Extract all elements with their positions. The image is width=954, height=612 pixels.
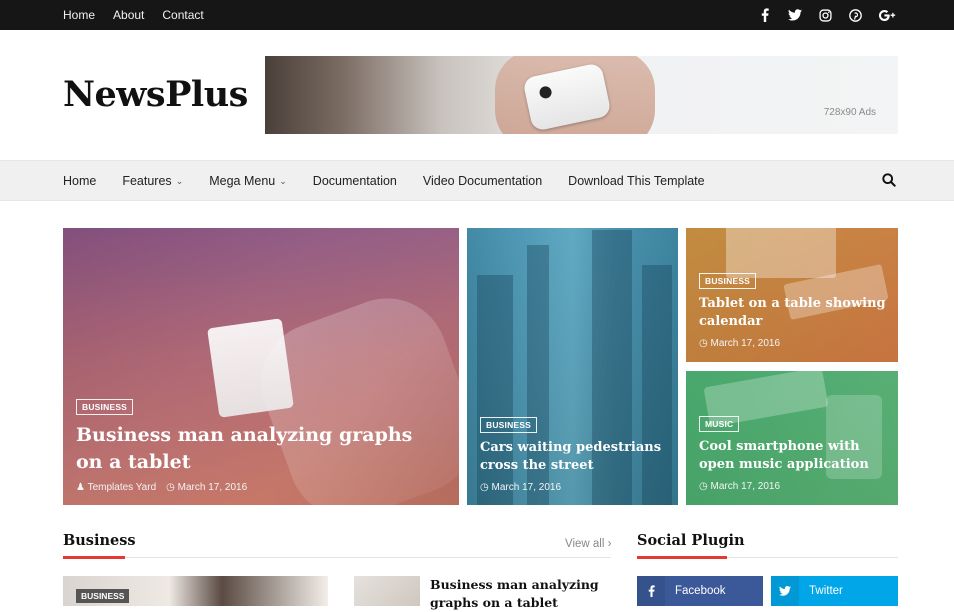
card-image-tablet (207, 318, 294, 418)
clock-icon: ◷ (166, 482, 175, 493)
post-date: March 17, 2016 (491, 482, 562, 493)
featured-card-main[interactable]: BUSINESS Business man analyzing graphs o… (63, 228, 459, 505)
chevron-down-icon: ⌄ (175, 175, 184, 186)
social-section-title: Social Plugin (637, 532, 745, 549)
site-logo[interactable]: NewsPlus (63, 74, 248, 115)
chevron-right-icon: › (607, 538, 612, 550)
chevron-down-icon: ⌄ (279, 175, 287, 186)
twitter-icon[interactable] (788, 8, 802, 22)
nav-item-label: Documentation (312, 174, 397, 188)
nav-item-label: Download This Template (568, 174, 705, 188)
user-icon: ♟ (76, 482, 85, 493)
top-bar: Home About Contact (0, 0, 954, 30)
featured-card-3[interactable]: BUSINESS Tablet on a table showing calen… (686, 228, 898, 362)
facebook-button[interactable]: Facebook (637, 576, 763, 606)
view-all-link[interactable]: View all › (565, 538, 611, 550)
twitter-button-label: Twitter (809, 585, 843, 597)
card-meta: ◷ March 17, 2016 (699, 338, 780, 349)
clock-icon: ◷ (699, 481, 708, 492)
post-date: March 17, 2016 (177, 482, 248, 493)
category-badge[interactable]: BUSINESS (699, 273, 757, 289)
clock-icon: ◷ (699, 338, 708, 349)
section-accent (63, 556, 125, 559)
card-title[interactable]: Business man analyzing graphs on a table… (76, 422, 436, 476)
top-links: Home About Contact (63, 0, 204, 30)
featured-card-2[interactable]: BUSINESS Cars waiting pedestrians cross … (467, 228, 678, 505)
date-meta: ◷ March 17, 2016 (699, 481, 780, 492)
nav-item-download-template[interactable]: Download This Template (568, 174, 704, 188)
pinterest-icon[interactable] (848, 8, 862, 22)
nav-item-home[interactable]: Home (63, 174, 96, 188)
category-badge[interactable]: BUSINESS (76, 589, 130, 603)
facebook-icon (637, 576, 665, 606)
nav-item-label: Features (122, 174, 172, 188)
section-accent (637, 556, 727, 559)
author-name[interactable]: Templates Yard (88, 482, 157, 493)
nav-item-label: Mega Menu (209, 174, 276, 188)
nav-item-features[interactable]: Features ⌄ (122, 174, 183, 188)
post-date: March 17, 2016 (710, 481, 781, 492)
social-links (758, 0, 898, 30)
main-nav: Home Features ⌄ Mega Menu ⌄ Documentation … (0, 160, 954, 201)
ad-banner[interactable]: 728x90 Ads (265, 56, 898, 134)
nav-item-documentation[interactable]: Documentation (313, 174, 397, 188)
post-date: March 17, 2016 (710, 338, 781, 349)
nav-menu: Home Features ⌄ Mega Menu ⌄ Documentation … (63, 161, 731, 201)
view-all-label: View all (565, 538, 605, 550)
featured-card-4[interactable]: MUSIC Cool smartphone with open music ap… (686, 371, 898, 505)
date-meta: ◷ March 17, 2016 (699, 338, 780, 349)
category-badge[interactable]: BUSINESS (480, 417, 538, 433)
instagram-icon[interactable] (818, 8, 832, 22)
top-link-home[interactable]: Home (63, 8, 95, 22)
card-meta: ♟ Templates Yard ◷ March 17, 2016 (76, 482, 247, 493)
author-meta: ♟ Templates Yard (76, 482, 156, 493)
nav-item-video-documentation[interactable]: Video Documentation (423, 174, 542, 188)
card-meta: ◷ March 17, 2016 (699, 481, 780, 492)
card-image-monitor (726, 228, 836, 278)
date-meta: ◷ March 17, 2016 (166, 482, 247, 493)
category-badge[interactable]: MUSIC (699, 416, 740, 432)
section-divider (63, 557, 611, 558)
card-title[interactable]: Tablet on a table showing calendar (699, 295, 889, 331)
google-plus-icon[interactable] (878, 8, 898, 22)
card-title[interactable]: Cars waiting pedestrians cross the stree… (480, 439, 670, 475)
facebook-icon[interactable] (758, 8, 772, 22)
facebook-button-label: Facebook (675, 585, 726, 597)
date-meta: ◷ March 17, 2016 (480, 482, 561, 493)
twitter-icon (771, 576, 799, 606)
card-meta: ◷ March 17, 2016 (480, 482, 561, 493)
card-title[interactable]: Cool smartphone with open music applicat… (699, 438, 894, 474)
clock-icon: ◷ (480, 482, 489, 493)
business-section-title: Business (63, 532, 136, 549)
business-post-title[interactable]: Business man analyzing graphs on a table… (430, 576, 630, 612)
nav-item-label: Video Documentation (422, 174, 543, 188)
category-badge[interactable]: BUSINESS (76, 399, 134, 415)
business-post-thumbnail[interactable] (354, 576, 420, 606)
twitter-button[interactable]: Twitter (771, 576, 898, 606)
nav-item-label: Home (63, 174, 97, 188)
nav-item-mega-menu[interactable]: Mega Menu ⌄ (209, 174, 287, 188)
search-icon[interactable] (882, 173, 898, 189)
business-post-image[interactable]: BUSINESS (63, 576, 328, 606)
top-link-about[interactable]: About (113, 8, 144, 22)
ad-label: 728x90 Ads (823, 107, 876, 118)
top-link-contact[interactable]: Contact (162, 8, 203, 22)
